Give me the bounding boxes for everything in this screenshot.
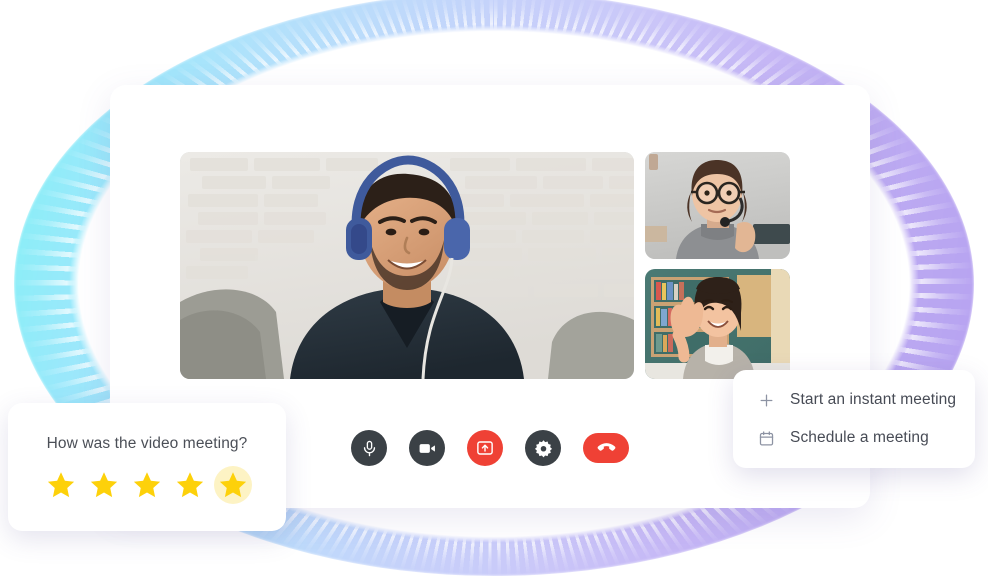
calendar-icon bbox=[757, 429, 776, 448]
meeting-rating-card: How was the video meeting? bbox=[8, 403, 286, 531]
settings-button[interactable] bbox=[525, 430, 561, 466]
participant-video-1[interactable] bbox=[645, 152, 790, 259]
star-4[interactable] bbox=[171, 466, 209, 504]
microphone-button[interactable] bbox=[351, 430, 387, 466]
end-call-button[interactable] bbox=[583, 433, 629, 463]
screenshot-root: How was the video meeting? Start an inst… bbox=[0, 0, 988, 579]
star-2[interactable] bbox=[85, 466, 123, 504]
share-screen-button[interactable] bbox=[467, 430, 503, 466]
video-camera-icon bbox=[418, 439, 437, 458]
star-1[interactable] bbox=[42, 466, 80, 504]
camera-button[interactable] bbox=[409, 430, 445, 466]
video-grid bbox=[180, 152, 790, 379]
menu-item-schedule-meeting[interactable]: Schedule a meeting bbox=[733, 419, 975, 457]
star-5[interactable] bbox=[214, 466, 252, 504]
gear-icon bbox=[534, 439, 553, 458]
meeting-menu: Start an instant meeting Schedule a meet… bbox=[733, 370, 975, 468]
screen-share-icon bbox=[476, 439, 494, 457]
microphone-icon bbox=[361, 440, 378, 457]
star-rating bbox=[42, 466, 252, 504]
menu-item-label: Start an instant meeting bbox=[790, 391, 957, 408]
rating-question: How was the video meeting? bbox=[46, 435, 248, 452]
menu-item-label: Schedule a meeting bbox=[790, 429, 929, 446]
participant-video-2[interactable] bbox=[645, 269, 790, 379]
main-speaker-video[interactable] bbox=[180, 152, 634, 379]
phone-hangup-icon bbox=[596, 438, 617, 459]
menu-item-start-instant-meeting[interactable]: Start an instant meeting bbox=[733, 381, 975, 419]
star-3[interactable] bbox=[128, 466, 166, 504]
plus-icon bbox=[757, 391, 776, 410]
